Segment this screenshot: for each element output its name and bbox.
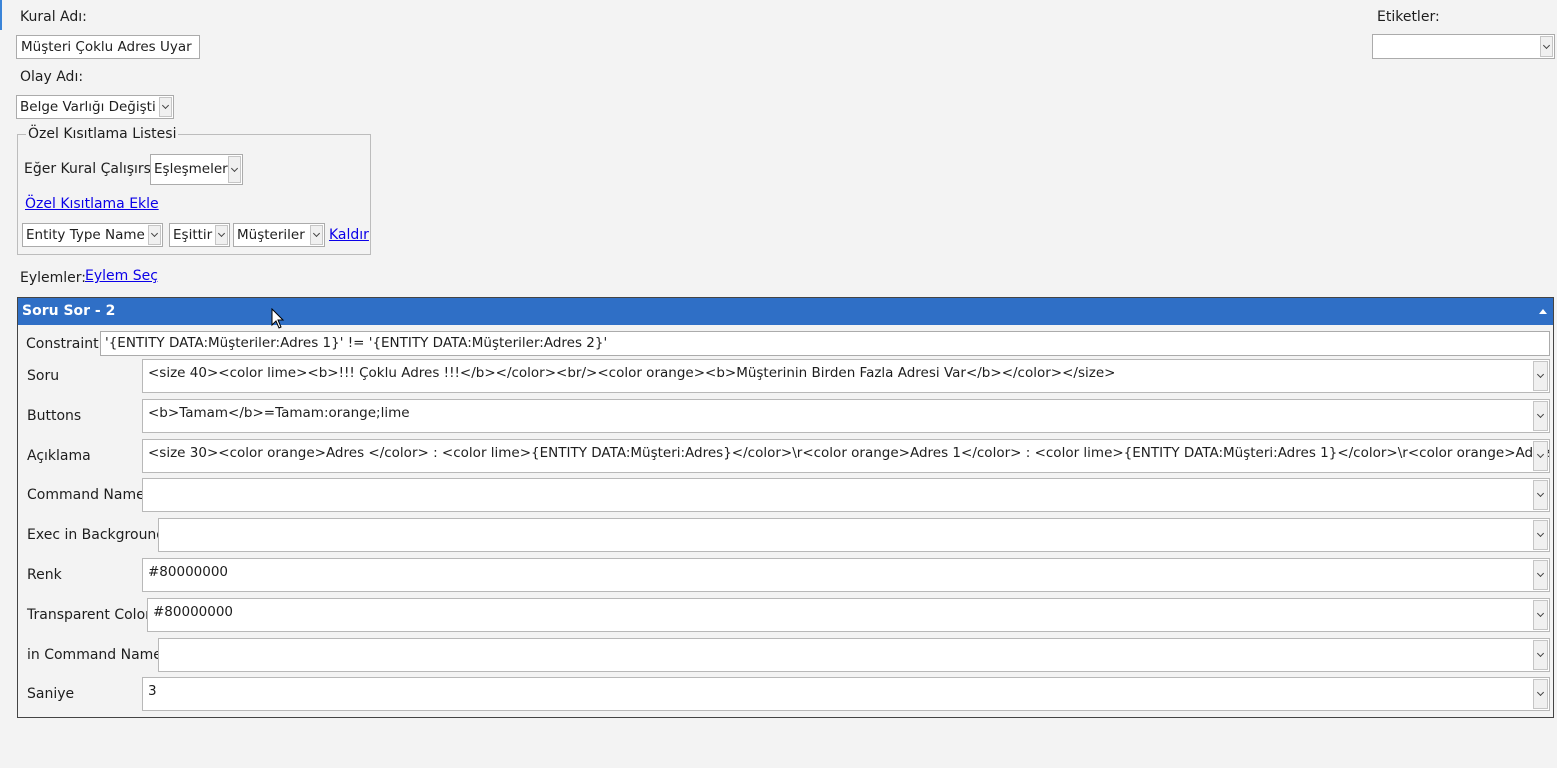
select-action-link[interactable]: Eylem Seç xyxy=(85,268,158,284)
field-label-exec-in-background: Exec in Background xyxy=(27,527,166,543)
chevron-down-icon[interactable] xyxy=(159,97,172,117)
field-input-soru[interactable]: <size 40><color lime><b>!!! Çoklu Adres … xyxy=(142,359,1550,393)
if-rule-runs-select[interactable]: Eşleşmeler xyxy=(150,154,243,185)
action-panel-title: Soru Sor - 2 xyxy=(22,303,116,319)
field-label-renk: Renk xyxy=(27,567,62,583)
field-input-aciklama[interactable]: <size 30><color orange>Adres </color> : … xyxy=(142,439,1550,473)
field-input-in-command-name[interactable] xyxy=(158,638,1550,672)
field-input-saniye[interactable]: 3 xyxy=(142,677,1550,711)
field-label-buttons: Buttons xyxy=(27,408,82,424)
field-value-soru: <size 40><color lime><b>!!! Çoklu Adres … xyxy=(148,365,1116,381)
if-rule-runs-label: Eğer Kural Çalışırsa xyxy=(24,161,160,177)
constraint-input[interactable]: '{ENTITY DATA:Müşteriler:Adres 1}' != '{… xyxy=(100,331,1550,356)
chevron-down-icon[interactable] xyxy=(1533,600,1548,630)
field-value-renk: #80000000 xyxy=(148,564,229,580)
chevron-down-icon[interactable] xyxy=(1533,361,1548,391)
event-name-label: Olay Adı: xyxy=(20,69,84,85)
field-input-command-name[interactable] xyxy=(142,478,1550,512)
field-input-renk[interactable]: #80000000 xyxy=(142,558,1550,592)
chevron-down-icon[interactable] xyxy=(148,225,161,245)
chevron-down-icon[interactable] xyxy=(215,225,228,245)
field-label-command-name: Command Name xyxy=(27,487,145,503)
remove-constraint-link[interactable]: Kaldır xyxy=(329,227,369,243)
collapse-icon[interactable] xyxy=(1539,309,1547,314)
field-label-transparent-color: Transparent Color xyxy=(27,607,151,623)
action-panel-header[interactable]: Soru Sor - 2 xyxy=(18,298,1553,325)
rule-name-input[interactable]: Müşteri Çoklu Adres Uyar xyxy=(16,35,200,59)
chevron-down-icon[interactable] xyxy=(1533,480,1548,510)
constraint-value-select[interactable]: Müşteriler xyxy=(233,223,325,247)
left-edge-marker xyxy=(0,0,2,30)
if-rule-runs-value: Eşleşmeler xyxy=(154,161,228,177)
chevron-down-icon[interactable] xyxy=(1533,560,1548,590)
constraint-label: Constraint: xyxy=(26,336,104,352)
event-name-select[interactable]: Belge Varlığı Değişti xyxy=(16,95,174,119)
constraint-operator-value: Eşittir xyxy=(173,227,213,243)
chevron-down-icon[interactable] xyxy=(1533,401,1548,431)
field-input-buttons[interactable]: <b>Tamam</b>=Tamam:orange;lime xyxy=(142,399,1550,433)
field-label-in-command-name: in Command Name xyxy=(27,647,162,663)
constraint-operator-select[interactable]: Eşittir xyxy=(169,223,230,247)
tags-select[interactable] xyxy=(1372,34,1555,59)
field-value-saniye: 3 xyxy=(148,683,157,699)
event-name-value: Belge Varlığı Değişti xyxy=(20,99,156,115)
field-input-transparent-color[interactable]: #80000000 xyxy=(147,598,1550,632)
chevron-down-icon[interactable] xyxy=(1533,679,1548,709)
field-value-aciklama: <size 30><color orange>Adres </color> : … xyxy=(148,445,1550,461)
rule-name-label: Kural Adı: xyxy=(20,9,87,25)
constraint-field-value: Entity Type Name xyxy=(26,227,145,243)
field-input-exec-in-background[interactable] xyxy=(158,518,1550,552)
chevron-down-icon[interactable] xyxy=(228,156,241,183)
field-label-saniye: Saniye xyxy=(27,686,75,702)
actions-label: Eylemler: xyxy=(20,270,87,286)
field-value-buttons: <b>Tamam</b>=Tamam:orange;lime xyxy=(148,405,410,421)
field-label-aciklama: Açıklama xyxy=(27,448,91,464)
chevron-down-icon[interactable] xyxy=(310,225,323,245)
constraint-value-value: Müşteriler xyxy=(237,227,305,243)
field-label-soru: Soru xyxy=(27,368,60,384)
chevron-down-icon[interactable] xyxy=(1533,441,1548,471)
chevron-down-icon[interactable] xyxy=(1533,640,1548,670)
chevron-down-icon[interactable] xyxy=(1540,36,1553,57)
custom-constraint-legend: Özel Kısıtlama Listesi xyxy=(26,126,179,142)
field-value-transparent-color: #80000000 xyxy=(153,604,234,620)
action-panel: Soru Sor - 2 Constraint: '{ENTITY DATA:M… xyxy=(17,297,1554,718)
constraint-field-select[interactable]: Entity Type Name xyxy=(22,223,163,247)
tags-label: Etiketler: xyxy=(1377,9,1440,25)
add-custom-constraint-link[interactable]: Özel Kısıtlama Ekle xyxy=(25,196,159,212)
mouse-cursor-icon xyxy=(271,308,285,329)
chevron-down-icon[interactable] xyxy=(1533,520,1548,550)
